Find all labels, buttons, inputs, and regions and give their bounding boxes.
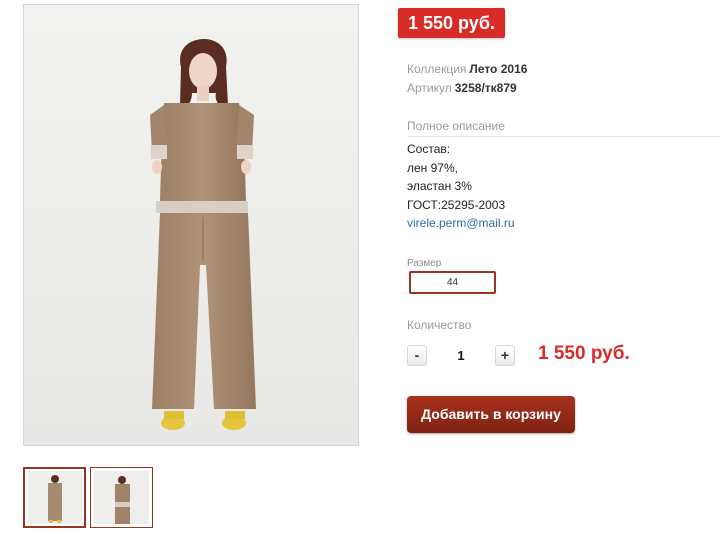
collection-row: Коллекция Лето 2016 (407, 62, 527, 76)
quantity-increase-button[interactable]: + (495, 345, 515, 366)
description-line: ГОСТ:25295-2003 (407, 197, 506, 212)
model-photo-illustration (24, 5, 358, 445)
price-badge: 1 550 руб. (398, 8, 505, 38)
thumbnail-back-image (94, 471, 149, 524)
thumbnail-front-image (27, 471, 82, 524)
description-line: Состав: (407, 142, 451, 156)
thumbnail-front[interactable] (23, 467, 86, 528)
size-label: Размер (407, 258, 442, 269)
thumbnail-back[interactable] (90, 467, 153, 528)
add-to-cart-button[interactable]: Добавить в корзину (407, 396, 575, 433)
product-description: Состав: лен 97%, эластан 3% ГОСТ:25295-2… (407, 140, 515, 233)
contact-email-link[interactable]: virele.perm@mail.ru (407, 214, 515, 233)
total-price: 1 550 руб. (538, 343, 630, 364)
description-line: лен 97%, (407, 160, 458, 175)
product-main-image[interactable] (23, 4, 359, 446)
collection-value: Лето 2016 (469, 62, 528, 76)
description-divider (407, 136, 720, 137)
description-line: эластан 3% (407, 179, 472, 193)
sku-row: Артикул 3258/тк879 (407, 81, 517, 95)
sku-label: Артикул (407, 81, 452, 95)
collection-label: Коллекция (407, 62, 467, 76)
quantity-input[interactable]: 1 (438, 345, 484, 366)
sku-value: 3258/тк879 (454, 81, 517, 95)
quantity-decrease-button[interactable]: - (407, 345, 427, 366)
quantity-label: Количество (407, 318, 472, 332)
size-select[interactable]: 44 (409, 271, 496, 294)
description-heading: Полное описание (407, 119, 505, 133)
